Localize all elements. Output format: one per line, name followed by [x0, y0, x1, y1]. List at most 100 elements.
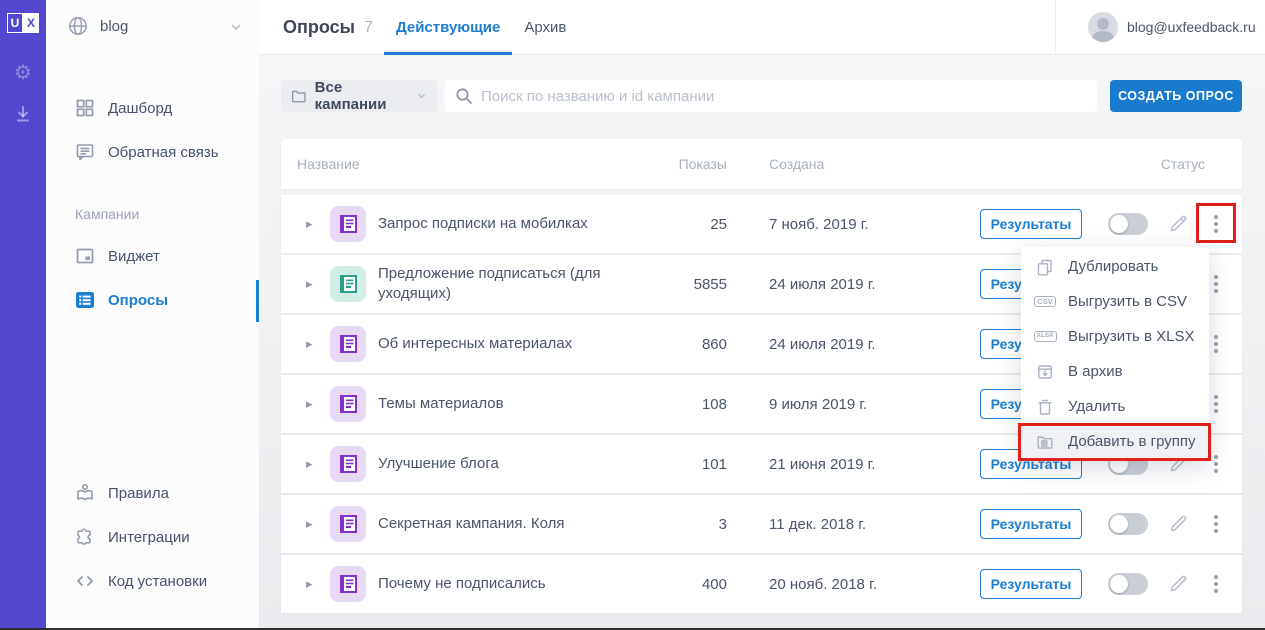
status-toggle[interactable] [1108, 573, 1148, 595]
survey-title: Почему не подписались [378, 574, 546, 592]
menu-item-export-xlsx[interactable]: XLSX Выгрузить в XLSX [1021, 319, 1209, 354]
sidebar-item-install-code[interactable]: Код установки [46, 561, 259, 601]
expand-chevron-icon[interactable]: ▸ [306, 216, 313, 232]
survey-views: 400 [701, 575, 727, 593]
survey-created: 24 июля 2019 г. [769, 275, 876, 293]
edit-icon[interactable] [1168, 574, 1188, 594]
column-name: Название [297, 156, 360, 172]
expand-chevron-icon[interactable]: ▸ [306, 276, 313, 292]
divider [1055, 0, 1056, 55]
rules-icon [75, 483, 95, 503]
column-views: Показы [678, 156, 727, 172]
table-row: ▸ Почему не подписались 400 20 нояб. 201… [281, 555, 1242, 613]
survey-doc-icon [330, 386, 366, 422]
sidebar-item-integrations[interactable]: Интеграции [46, 517, 259, 557]
dashboard-icon [75, 98, 95, 118]
account-email[interactable]: blog@uxfeedback.ru [1127, 19, 1256, 35]
trash-icon [1035, 398, 1055, 416]
survey-title: Темы материалов [378, 394, 504, 412]
survey-title: Секретная кампания. Коля [378, 514, 565, 532]
survey-title: Предложение подписаться (для уходящих) [378, 264, 601, 302]
expand-chevron-icon[interactable]: ▸ [306, 576, 313, 592]
menu-item-archive[interactable]: В архив [1021, 354, 1209, 389]
ux-logo[interactable]: U X [7, 13, 39, 33]
sidebar-item-rules[interactable]: Правила [46, 473, 259, 513]
expand-chevron-icon[interactable]: ▸ [306, 396, 313, 412]
logo-u: U [7, 13, 23, 33]
expand-chevron-icon[interactable]: ▸ [306, 336, 313, 352]
sidebar-item-dashboard[interactable]: Дашборд [46, 88, 259, 128]
menu-item-duplicate[interactable]: Дублировать [1021, 249, 1209, 284]
menu-item-label: Удалить [1068, 398, 1126, 415]
sidebar-item-label: Виджет [108, 247, 160, 265]
widget-icon [75, 246, 95, 266]
survey-created: 21 июня 2019 г. [769, 455, 876, 473]
search-input[interactable] [481, 87, 1087, 105]
edit-icon[interactable] [1168, 514, 1188, 534]
sidebar-item-label: Правила [108, 484, 169, 502]
chevron-down-icon [418, 93, 425, 99]
more-actions-icon[interactable] [1210, 571, 1222, 597]
menu-item-label: Дублировать [1068, 258, 1159, 275]
csv-icon: CSV [1034, 295, 1056, 308]
annotation-box-add-to-group [1018, 423, 1211, 461]
survey-views: 108 [701, 395, 727, 413]
status-toggle[interactable] [1108, 513, 1148, 535]
expand-chevron-icon[interactable]: ▸ [306, 456, 313, 472]
more-actions-icon[interactable] [1210, 511, 1222, 537]
sidebar-item-label: Интеграции [108, 528, 190, 546]
tab-active-surveys[interactable]: Действующие [384, 0, 512, 55]
settings-gear-icon[interactable]: ⚙ [0, 60, 46, 85]
survey-views: 101 [701, 455, 727, 473]
feedback-icon [75, 142, 95, 162]
search-icon [456, 88, 472, 104]
app-window: U X ⚙ blog Дашборд Обратная связь Кампан… [0, 0, 1265, 630]
status-toggle[interactable] [1108, 213, 1148, 235]
column-status: Статус [1160, 156, 1205, 172]
surveys-count: 7 [364, 18, 373, 36]
survey-views: 860 [701, 335, 727, 353]
sidebar-item-surveys[interactable]: Опросы [46, 280, 259, 320]
menu-item-label: В архив [1068, 363, 1123, 380]
menu-item-label: Выгрузить в CSV [1068, 293, 1188, 310]
brand-rail: U X ⚙ [0, 0, 46, 630]
workspace-selector[interactable]: blog [46, 10, 259, 44]
xlsx-icon: XLSX [1033, 331, 1057, 342]
logo-x: X [23, 13, 39, 33]
code-icon [75, 571, 95, 591]
tab-archive[interactable]: Архив [512, 0, 578, 55]
more-actions-icon[interactable] [1210, 271, 1222, 297]
menu-item-export-csv[interactable]: CSV Выгрузить в CSV [1021, 284, 1209, 319]
survey-created: 20 нояб. 2018 г. [769, 575, 877, 593]
survey-created: 7 нояб. 2019 г. [769, 215, 869, 233]
more-actions-icon[interactable] [1210, 331, 1222, 357]
download-icon[interactable] [0, 104, 46, 124]
sidebar-item-widget[interactable]: Виджет [46, 236, 259, 276]
results-button[interactable]: Результаты [980, 509, 1082, 539]
globe-icon [67, 15, 89, 37]
create-survey-button[interactable]: СОЗДАТЬ ОПРОС [1110, 80, 1242, 112]
expand-chevron-icon[interactable]: ▸ [306, 516, 313, 532]
edit-icon[interactable] [1168, 214, 1188, 234]
survey-views: 25 [710, 215, 727, 233]
survey-title: Об интересных материалах [378, 334, 573, 352]
duplicate-icon [1035, 258, 1055, 276]
search-box [445, 80, 1097, 112]
results-button[interactable]: Результаты [980, 569, 1082, 599]
more-actions-icon[interactable] [1210, 451, 1222, 477]
workspace-name: blog [100, 18, 129, 35]
survey-title: Запрос подписки на мобилках [378, 214, 588, 232]
column-created: Создана [769, 156, 825, 172]
sidebar-item-feedback[interactable]: Обратная связь [46, 132, 259, 172]
survey-doc-icon [330, 206, 366, 242]
menu-item-delete[interactable]: Удалить [1021, 389, 1209, 424]
survey-doc-icon [330, 506, 366, 542]
results-button[interactable]: Результаты [980, 209, 1082, 239]
annotation-box-kebab [1196, 203, 1236, 243]
more-actions-icon[interactable] [1210, 391, 1222, 417]
tabs: Действующие Архив [384, 0, 578, 55]
table-row: ▸ Секретная кампания. Коля 3 11 дек. 201… [281, 495, 1242, 553]
campaign-filter-dropdown[interactable]: Все кампании [281, 79, 437, 113]
sidebar-item-label: Опросы [108, 291, 169, 309]
avatar[interactable] [1088, 12, 1118, 42]
